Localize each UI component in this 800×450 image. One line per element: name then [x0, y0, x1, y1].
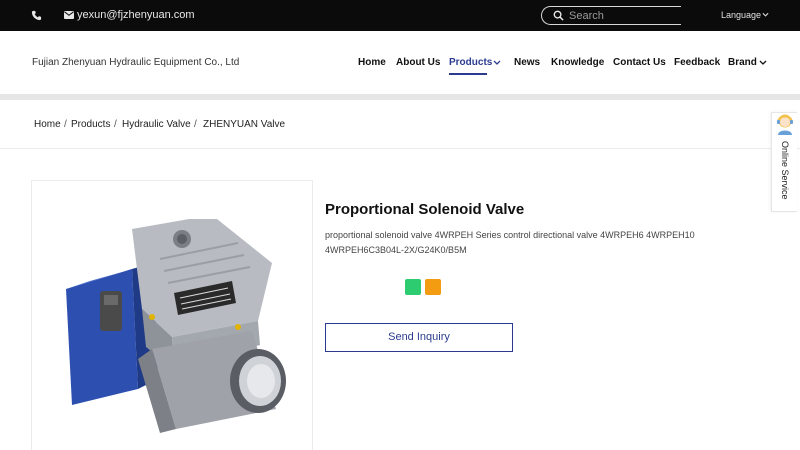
- breadcrumb-separator: /: [114, 119, 117, 130]
- search-icon[interactable]: [553, 10, 564, 21]
- breadcrumb-separator: /: [194, 119, 197, 130]
- search-input[interactable]: [569, 8, 677, 23]
- share-button-green[interactable]: [405, 279, 421, 295]
- nav-about-us[interactable]: About Us: [396, 56, 440, 69]
- online-service-label[interactable]: Online Service: [779, 141, 791, 200]
- mail-icon[interactable]: [64, 11, 74, 19]
- breadcrumb-separator: /: [64, 119, 67, 130]
- language-selector[interactable]: Language: [721, 10, 761, 21]
- company-name[interactable]: Fujian Zhenyuan Hydraulic Equipment Co.,…: [32, 56, 239, 69]
- search-box[interactable]: [541, 6, 681, 25]
- nav-feedback[interactable]: Feedback: [674, 56, 720, 69]
- nav-brand[interactable]: Brand: [728, 56, 757, 69]
- online-service-tab[interactable]: Online Service: [771, 112, 797, 212]
- nav-news[interactable]: News: [514, 56, 540, 69]
- email-link[interactable]: yexun@fjzhenyuan.com: [77, 9, 195, 22]
- breadcrumb-products[interactable]: Products: [71, 118, 110, 131]
- nav-home[interactable]: Home: [358, 56, 386, 69]
- chevron-down-icon[interactable]: [493, 60, 501, 66]
- product-image-frame[interactable]: [31, 180, 313, 450]
- hydraulic-valve-image[interactable]: [62, 219, 294, 439]
- send-inquiry-button[interactable]: Send Inquiry: [325, 323, 513, 352]
- active-nav-underline: [449, 73, 487, 75]
- share-button-orange[interactable]: [425, 279, 441, 295]
- support-avatar-icon: [777, 114, 793, 135]
- chevron-down-icon[interactable]: [759, 60, 767, 66]
- product-title: Proportional Solenoid Valve: [325, 201, 525, 218]
- phone-icon[interactable]: [31, 10, 42, 21]
- product-description: proportional solenoid valve 4WRPEH Serie…: [325, 230, 695, 255]
- nav-contact-us[interactable]: Contact Us: [613, 56, 666, 69]
- breadcrumb-current: ZHENYUAN Valve: [203, 119, 286, 130]
- header-divider-band: [0, 94, 800, 100]
- breadcrumb-divider: [0, 148, 800, 149]
- chevron-down-icon[interactable]: [762, 12, 769, 18]
- breadcrumb-home[interactable]: Home: [34, 118, 61, 131]
- nav-products[interactable]: Products: [449, 56, 492, 69]
- top-bar: yexun@fjzhenyuan.com Language: [0, 0, 800, 31]
- breadcrumb-hydraulic-valve[interactable]: Hydraulic Valve: [122, 118, 191, 131]
- nav-knowledge[interactable]: Knowledge: [551, 56, 604, 69]
